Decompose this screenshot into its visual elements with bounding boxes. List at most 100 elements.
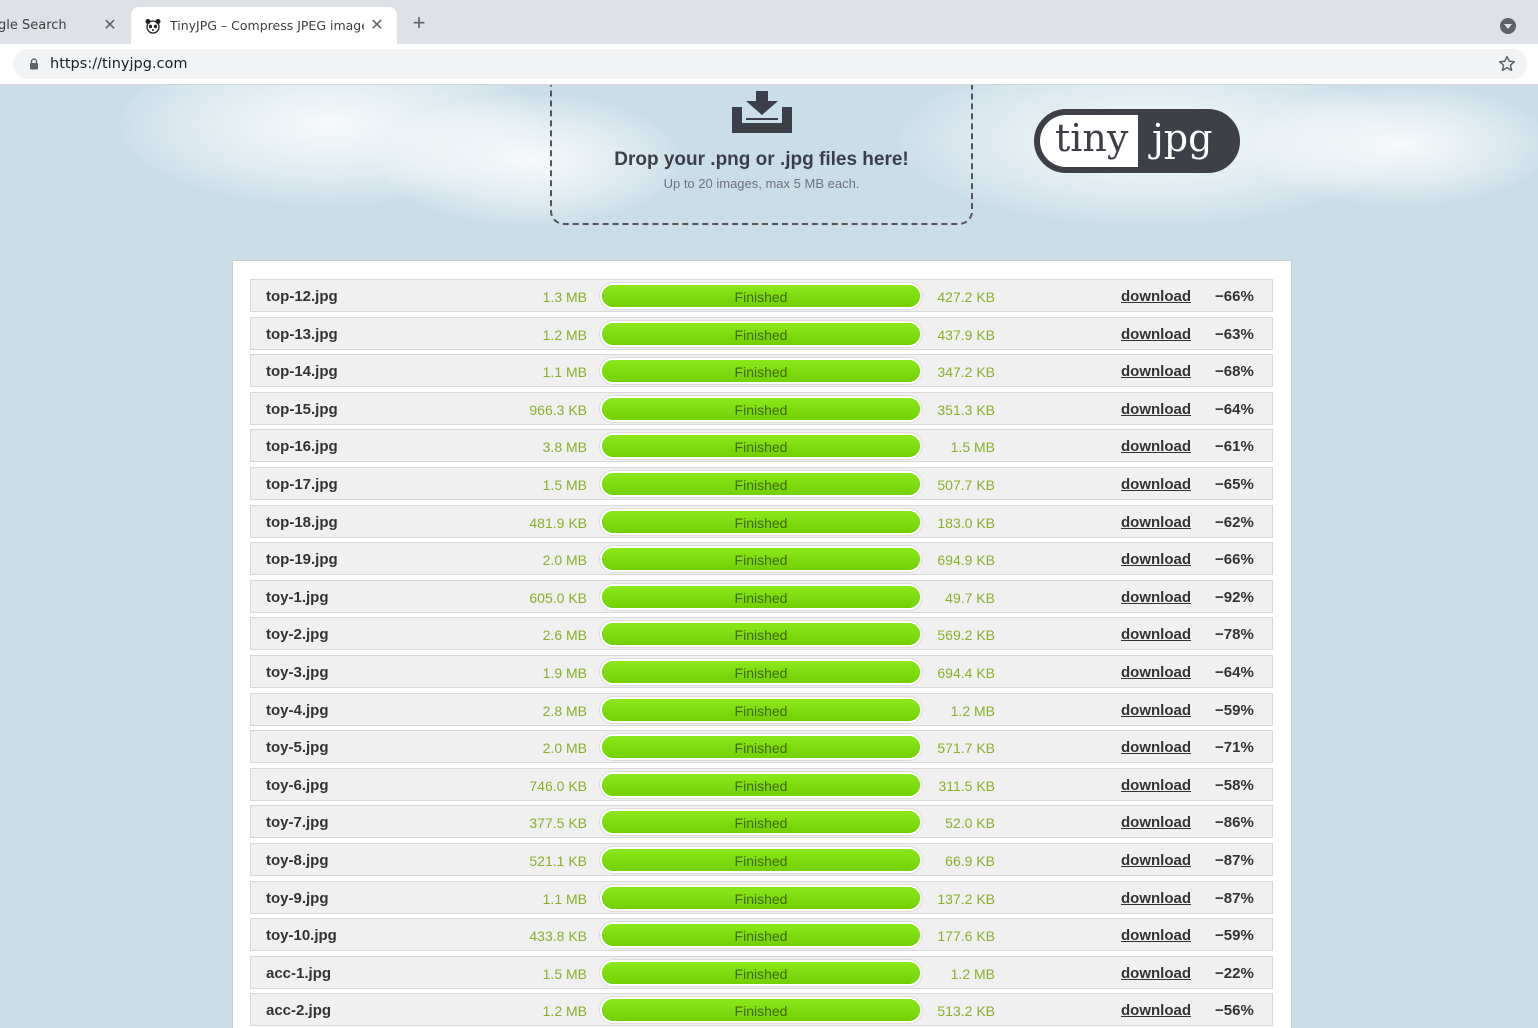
saving-percent: −87%: [1215, 889, 1254, 907]
close-icon[interactable]: ✕: [369, 17, 385, 33]
file-row: top-13.jpg 1.2 MB Finished 437.9 KB download…: [250, 316, 1273, 350]
tab-search-icon[interactable]: [1500, 18, 1516, 34]
file-row: top-18.jpg 481.9 KB Finished 183.0 KB downlo…: [250, 504, 1273, 538]
tab-google-search[interactable]: gle Search ✕: [0, 7, 130, 44]
browser-toolbar: https://tinyjpg.com: [0, 44, 1538, 85]
file-row: top-16.jpg 3.8 MB Finished 1.5 MB download −6…: [250, 429, 1273, 463]
file-row: top-19.jpg 2.0 MB Finished 694.9 KB download…: [250, 542, 1273, 576]
download-link[interactable]: download: [1121, 1002, 1191, 1019]
download-link[interactable]: download: [1121, 363, 1191, 380]
download-link[interactable]: download: [1121, 702, 1191, 719]
progress-bar: Finished: [600, 508, 922, 535]
file-row: acc-1.jpg 1.5 MB Finished 1.2 MB download −22…: [250, 955, 1273, 989]
saving-percent: −58%: [1215, 776, 1254, 794]
original-size: 2.0 MB: [542, 740, 587, 757]
progress-bar: Finished: [600, 433, 922, 460]
download-link[interactable]: download: [1121, 965, 1191, 982]
file-name: toy-1.jpg: [266, 588, 329, 606]
download-link[interactable]: download: [1121, 890, 1191, 907]
compressed-size: 347.2 KB: [937, 364, 995, 381]
progress-status: Finished: [734, 289, 788, 305]
compressed-size: 351.3 KB: [937, 401, 995, 418]
progress-bar: Finished: [600, 358, 922, 385]
progress-status: Finished: [734, 326, 788, 343]
progress-bar: Finished: [600, 809, 922, 836]
download-link[interactable]: download: [1121, 927, 1191, 944]
panda-favicon-icon: [145, 19, 161, 34]
url-text[interactable]: https://tinyjpg.com: [50, 56, 187, 72]
download-link[interactable]: download: [1121, 777, 1191, 794]
saving-percent: −59%: [1215, 701, 1254, 719]
file-row: toy-1.jpg 605.0 KB Finished 49.7 KB download…: [250, 579, 1273, 613]
saving-percent: −59%: [1215, 927, 1254, 945]
original-size: 3.8 MB: [542, 439, 587, 456]
download-link[interactable]: download: [1121, 852, 1191, 869]
download-tray-icon: [732, 91, 792, 133]
file-name: toy-5.jpg: [266, 739, 329, 757]
file-row: toy-6.jpg 746.0 KB Finished 311.5 KB downloa…: [250, 767, 1273, 801]
file-name: toy-3.jpg: [266, 664, 329, 681]
progress-status: Finished: [734, 740, 788, 757]
tinyjpg-logo[interactable]: tiny jpg: [1034, 109, 1240, 173]
file-name: toy-7.jpg: [266, 814, 329, 832]
address-bar[interactable]: https://tinyjpg.com: [13, 49, 1527, 79]
download-link[interactable]: download: [1121, 288, 1191, 305]
download-link[interactable]: download: [1121, 814, 1191, 831]
progress-status: Finished: [734, 627, 788, 644]
compressed-size: 311.5 KB: [938, 777, 995, 794]
download-link[interactable]: download: [1121, 626, 1191, 643]
bookmark-star-icon[interactable]: [1497, 54, 1517, 74]
saving-percent: −86%: [1215, 814, 1254, 832]
progress-status: Finished: [734, 853, 788, 869]
file-row: toy-3.jpg 1.9 MB Finished 694.4 KB download −…: [250, 655, 1273, 688]
download-link[interactable]: download: [1121, 589, 1191, 606]
file-name: toy-9.jpg: [266, 889, 329, 907]
close-icon[interactable]: ✕: [102, 17, 118, 33]
progress-bar: Finished: [600, 659, 922, 685]
tab-tinyjpg[interactable]: TinyJPG – Compress JPEG images ✕: [131, 7, 397, 44]
compressed-size: 694.4 KB: [937, 665, 995, 681]
saving-percent: −64%: [1215, 664, 1254, 681]
compressed-size: 513.2 KB: [937, 1003, 995, 1020]
tab-title: gle Search: [0, 18, 67, 33]
progress-status: Finished: [734, 815, 788, 832]
progress-bar: Finished: [600, 771, 922, 798]
download-link[interactable]: download: [1121, 476, 1191, 493]
tab-title: TinyJPG – Compress JPEG images: [170, 18, 364, 33]
progress-bar: Finished: [600, 621, 922, 648]
saving-percent: −64%: [1215, 400, 1254, 418]
compressed-size: 137.2 KB: [937, 890, 995, 907]
file-row: acc-2.jpg 1.2 MB Finished 513.2 KB download −…: [250, 993, 1273, 1027]
progress-status: Finished: [734, 702, 788, 719]
download-link[interactable]: download: [1121, 401, 1191, 418]
progress-status: Finished: [734, 364, 788, 381]
download-link[interactable]: download: [1121, 739, 1191, 756]
original-size: 1.1 MB: [542, 890, 587, 907]
download-link[interactable]: download: [1121, 438, 1191, 455]
file-row: top-15.jpg 966.3 KB Finished 351.3 KB downlo…: [250, 391, 1273, 425]
download-link[interactable]: download: [1121, 551, 1191, 568]
progress-bar: Finished: [600, 696, 922, 723]
file-list-panel: top-12.jpg 1.3 MB Finished 427.2 KB download…: [232, 260, 1292, 1028]
progress-status: Finished: [734, 928, 788, 945]
original-size: 1.5 MB: [542, 477, 587, 493]
original-size: 966.3 KB: [529, 401, 587, 418]
drop-zone-title: Drop your .png or .jpg files here!: [614, 149, 909, 170]
drop-zone[interactable]: Drop your .png or .jpg files here! Up to…: [550, 85, 973, 225]
original-size: 433.8 KB: [529, 928, 587, 945]
drop-zone-subtitle: Up to 20 images, max 5 MB each.: [663, 176, 860, 191]
compressed-size: 52.0 KB: [945, 815, 995, 832]
original-size: 2.0 MB: [542, 552, 587, 569]
progress-status: Finished: [734, 552, 788, 569]
original-size: 1.9 MB: [542, 665, 587, 681]
new-tab-icon[interactable]: +: [408, 12, 430, 34]
progress-bar: Finished: [600, 583, 922, 610]
saving-percent: −66%: [1215, 288, 1254, 305]
download-link[interactable]: download: [1121, 664, 1191, 681]
progress-bar: Finished: [600, 959, 922, 986]
download-link[interactable]: download: [1121, 326, 1191, 343]
file-name: toy-4.jpg: [266, 701, 329, 719]
lock-icon[interactable]: [29, 58, 39, 70]
download-link[interactable]: download: [1121, 514, 1191, 531]
compressed-size: 1.2 MB: [950, 702, 995, 719]
